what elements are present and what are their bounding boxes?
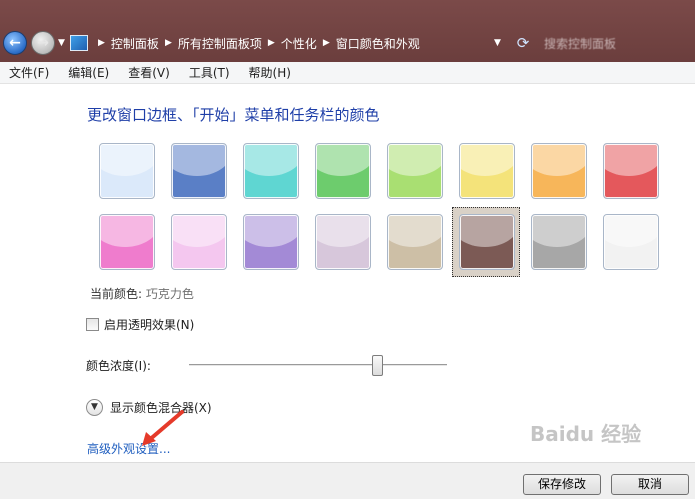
color-swatch-ruby[interactable] (603, 143, 659, 199)
control-panel-icon (70, 35, 88, 51)
menu-edit[interactable]: 编辑(E) (63, 64, 114, 81)
color-swatch-frost[interactable] (603, 214, 659, 270)
back-arrow-icon: ← (9, 35, 21, 51)
color-swatch-leaf[interactable] (315, 143, 371, 199)
breadcrumb-separator-icon[interactable]: ▶ (268, 38, 275, 48)
color-swatch-taupe[interactable] (387, 214, 443, 270)
red-arrow-annotation (142, 410, 184, 446)
breadcrumb-separator-icon[interactable]: ▶ (165, 38, 172, 48)
cancel-button[interactable]: 取消 (611, 474, 689, 495)
color-swatch-slate[interactable] (531, 214, 587, 270)
intensity-slider-thumb[interactable] (371, 355, 383, 376)
breadcrumb[interactable]: ▶ 控制面板 ▶ 所有控制面板项 ▶ 个性化 ▶ 窗口颜色和外观 (70, 30, 510, 56)
intensity-label: 颜色浓度(I): (86, 359, 151, 373)
breadcrumb-item[interactable]: 所有控制面板项 (178, 35, 262, 52)
address-bar: ← → ▼ ▶ 控制面板 ▶ 所有控制面板项 ▶ 个性化 ▶ 窗口颜色和外观 ▼… (0, 0, 695, 62)
menu-file[interactable]: 文件(F) (4, 64, 54, 81)
chevron-down-icon[interactable]: ▼ (86, 399, 103, 416)
color-swatch-twilight[interactable] (171, 143, 227, 199)
forward-button[interactable]: → (31, 31, 55, 55)
breadcrumb-item[interactable]: 个性化 (281, 35, 317, 52)
menu-bar: 文件(F) 编辑(E) 查看(V) 工具(T) 帮助(H) (0, 62, 695, 84)
menu-help[interactable]: 帮助(H) (244, 64, 296, 81)
color-swatch-pumpkin[interactable] (459, 143, 515, 199)
breadcrumb-item[interactable]: 控制面板 (111, 35, 159, 52)
menu-view[interactable]: 查看(V) (123, 64, 175, 81)
watermark: Baidu 经验 (530, 422, 642, 446)
back-button[interactable]: ← (3, 31, 27, 55)
color-swatch-fuchsia[interactable] (99, 214, 155, 270)
color-swatch-lime[interactable] (387, 143, 443, 199)
color-swatch-sea[interactable] (243, 143, 299, 199)
color-swatch-sky[interactable] (99, 143, 155, 199)
current-color-value: 巧克力色 (145, 287, 194, 301)
menu-tools[interactable]: 工具(T) (184, 64, 235, 81)
transparency-checkbox[interactable] (86, 318, 99, 331)
forward-arrow-icon: → (37, 35, 49, 51)
breadcrumb-item[interactable]: 窗口颜色和外观 (336, 35, 420, 52)
color-swatch-blush[interactable] (171, 214, 227, 270)
color-swatch-violet[interactable] (243, 214, 299, 270)
search-input[interactable]: 搜索控制面板 (540, 33, 690, 55)
page-title: 更改窗口边框、「开始」菜单和任务栏的颜色 (87, 106, 380, 124)
transparency-label: 启用透明效果(N) (104, 318, 195, 332)
current-color-label: 当前颜色: (90, 287, 143, 301)
history-dropdown-icon[interactable]: ▼ (58, 38, 65, 48)
breadcrumb-separator-icon[interactable]: ▶ (98, 38, 105, 48)
color-swatch-orange[interactable] (531, 143, 587, 199)
transparency-option[interactable]: 启用透明效果(N) (86, 316, 194, 333)
refresh-icon[interactable]: ⟳ (512, 33, 534, 53)
breadcrumb-separator-icon[interactable]: ▶ (323, 38, 330, 48)
address-dropdown-icon[interactable]: ▼ (494, 38, 501, 48)
intensity-slider-track[interactable] (189, 364, 447, 367)
save-button[interactable]: 保存修改 (523, 474, 601, 495)
color-swatch-chocolate[interactable] (459, 214, 515, 270)
color-swatch-lavender[interactable] (315, 214, 371, 270)
current-color-text: 当前颜色: 巧克力色 (90, 285, 194, 302)
